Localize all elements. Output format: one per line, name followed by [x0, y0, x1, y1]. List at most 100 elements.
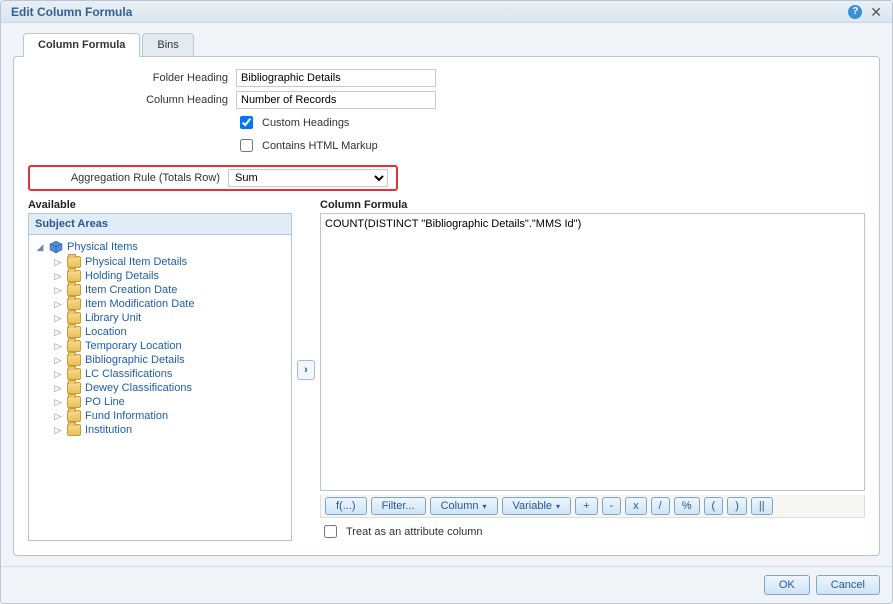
aggregation-rule-label: Aggregation Rule (Totals Row): [34, 172, 220, 184]
percent-button[interactable]: %: [674, 497, 700, 515]
custom-headings-row[interactable]: Custom Headings: [236, 113, 456, 132]
tree-root-label: Physical Items: [67, 241, 138, 253]
custom-headings-checkbox[interactable]: [240, 116, 253, 129]
expand-icon[interactable]: ▷: [53, 397, 63, 407]
column-heading-label: Column Heading: [28, 94, 228, 106]
panes: Available Subject Areas ◢ Physical Item: [28, 199, 865, 541]
expand-icon[interactable]: ▷: [53, 383, 63, 393]
aggregation-rule-select[interactable]: Sum: [228, 169, 388, 187]
tabs: Column Formula Bins: [23, 33, 880, 57]
tree-item[interactable]: ▷ Location: [53, 325, 289, 339]
expand-icon[interactable]: ▷: [53, 285, 63, 295]
tree-label: Location: [85, 326, 127, 338]
tree-root[interactable]: ◢ Physical Items: [35, 239, 289, 255]
tree-label: Holding Details: [85, 270, 159, 282]
expand-icon[interactable]: ▷: [53, 271, 63, 281]
cancel-button[interactable]: Cancel: [816, 575, 880, 595]
column-heading-input[interactable]: [236, 91, 436, 109]
expand-icon[interactable]: ▷: [53, 341, 63, 351]
formula-toolbar: f(...) Filter... Column▾ Variable▾ + - x…: [320, 495, 865, 518]
ok-button[interactable]: OK: [764, 575, 810, 595]
shuttle-pane: ›: [292, 199, 320, 541]
html-markup-label: Contains HTML Markup: [262, 140, 378, 152]
column-formula-header: Column Formula: [320, 199, 865, 211]
tree-label: Item Modification Date: [85, 298, 194, 310]
dialog-title: Edit Column Formula: [11, 5, 848, 19]
heading-form: Folder Heading Column Heading Custom Hea…: [28, 69, 865, 155]
tree-label: Library Unit: [85, 312, 141, 324]
tab-bins[interactable]: Bins: [142, 33, 193, 57]
tree-label: LC Classifications: [85, 368, 172, 380]
chevron-down-icon: ▾: [482, 502, 486, 511]
tree-item[interactable]: ▷ PO Line: [53, 395, 289, 409]
variable-button[interactable]: Variable▾: [502, 497, 572, 515]
rparen-button[interactable]: ): [727, 497, 747, 515]
tree-label: Bibliographic Details: [85, 354, 185, 366]
collapse-icon[interactable]: ◢: [35, 242, 45, 252]
expand-icon[interactable]: ▷: [53, 257, 63, 267]
folder-icon: [67, 410, 81, 422]
subject-areas-tree[interactable]: ◢ Physical Items ▷Physical Item Details …: [28, 235, 292, 541]
folder-icon: [67, 396, 81, 408]
folder-icon: [67, 340, 81, 352]
dialog-body: Column Formula Bins Folder Heading Colum…: [1, 23, 892, 566]
folder-icon: [67, 256, 81, 268]
tree-item[interactable]: ▷ LC Classifications: [53, 367, 289, 381]
expand-icon[interactable]: ▷: [53, 369, 63, 379]
folder-icon: [67, 270, 81, 282]
folder-heading-input[interactable]: [236, 69, 436, 87]
tree-item[interactable]: ▷ Library Unit: [53, 311, 289, 325]
tree-item[interactable]: ▷Dewey Classifications: [53, 381, 289, 395]
cube-icon: [49, 240, 63, 254]
column-button[interactable]: Column▾: [430, 497, 498, 515]
tree-item[interactable]: ▷ Temporary Location: [53, 339, 289, 353]
divide-button[interactable]: /: [651, 497, 670, 515]
tree-item[interactable]: ▷ Holding Details: [53, 269, 289, 283]
tree-item[interactable]: ▷ Item Modification Date: [53, 297, 289, 311]
tree-item[interactable]: ▷ Item Creation Date: [53, 283, 289, 297]
plus-button[interactable]: +: [575, 497, 597, 515]
tree-item[interactable]: ▷ Institution: [53, 423, 289, 437]
help-icon[interactable]: ?: [848, 5, 862, 19]
tab-column-formula[interactable]: Column Formula: [23, 33, 140, 57]
expand-icon[interactable]: ▷: [53, 299, 63, 309]
expand-icon[interactable]: ▷: [53, 355, 63, 365]
available-pane: Available Subject Areas ◢ Physical Item: [28, 199, 292, 541]
dialog-header: Edit Column Formula ? ✕: [1, 1, 892, 23]
expand-icon[interactable]: ▷: [53, 411, 63, 421]
available-header: Available: [28, 199, 292, 211]
expand-icon[interactable]: ▷: [53, 327, 63, 337]
tree-label: Item Creation Date: [85, 284, 177, 296]
expand-icon[interactable]: ▷: [53, 313, 63, 323]
folder-heading-label: Folder Heading: [28, 72, 228, 84]
attribute-column-label: Treat as an attribute column: [346, 526, 483, 538]
fx-button[interactable]: f(...): [325, 497, 367, 515]
chevron-down-icon: ▾: [556, 502, 560, 511]
tree-label: Fund Information: [85, 410, 168, 422]
minus-button[interactable]: -: [602, 497, 622, 515]
html-markup-row[interactable]: Contains HTML Markup: [236, 136, 456, 155]
tree-label: Institution: [85, 424, 132, 436]
filter-button[interactable]: Filter...: [371, 497, 426, 515]
tree-label: PO Line: [85, 396, 125, 408]
folder-icon: [67, 382, 81, 394]
custom-headings-label: Custom Headings: [262, 117, 349, 129]
insert-button[interactable]: ›: [297, 360, 315, 380]
concat-button[interactable]: ||: [751, 497, 773, 515]
html-markup-checkbox[interactable]: [240, 139, 253, 152]
subject-areas-header: Subject Areas: [28, 213, 292, 235]
multiply-button[interactable]: x: [625, 497, 647, 515]
lparen-button[interactable]: (: [704, 497, 724, 515]
attribute-column-checkbox[interactable]: [324, 525, 337, 538]
folder-icon: [67, 312, 81, 324]
tree-item[interactable]: ▷Physical Item Details: [53, 255, 289, 269]
formula-textarea[interactable]: COUNT(DISTINCT "Bibliographic Details"."…: [320, 213, 865, 491]
close-icon[interactable]: ✕: [870, 5, 882, 19]
attribute-column-row[interactable]: Treat as an attribute column: [320, 522, 865, 541]
tree-label: Temporary Location: [85, 340, 182, 352]
formula-pane: Column Formula COUNT(DISTINCT "Bibliogra…: [320, 199, 865, 541]
tree-item[interactable]: ▷ Bibliographic Details: [53, 353, 289, 367]
expand-icon[interactable]: ▷: [53, 425, 63, 435]
tree-item[interactable]: ▷ Fund Information: [53, 409, 289, 423]
folder-icon: [67, 298, 81, 310]
